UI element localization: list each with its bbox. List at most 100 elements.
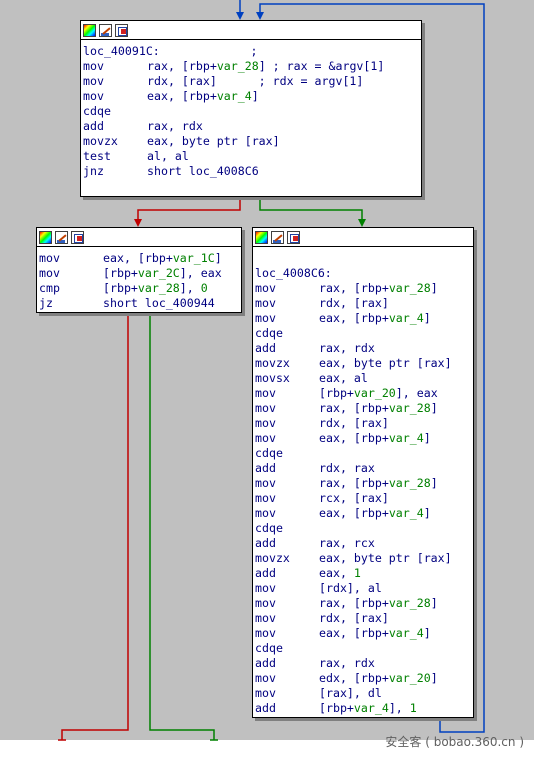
instruction-line[interactable]: mov rdx, [rax] [255,416,471,431]
instruction-line[interactable]: mov rdx, [rax] [255,296,471,311]
operand-text: eax, [rbp+ [103,251,173,265]
mnemonic: add [83,119,104,133]
stack-variable[interactable]: var_4 [389,506,424,520]
node-loc-40091c[interactable]: loc_40091C: ; mov rax, [rbp+var_28] ; rax … [80,20,422,197]
instruction-line[interactable]: cmp [rbp+var_28], 0 [39,281,239,296]
operand-text: ] ; rax = &argv[1] [258,59,385,73]
stack-variable[interactable]: var_1C [173,251,215,265]
mnemonic: mov [255,401,276,415]
instruction-line[interactable]: mov [rdx], al [255,581,471,596]
mnemonic: movzx [255,551,290,565]
code-label[interactable]: loc_40091C: ; [83,44,419,59]
operand-text: rax, rcx [319,536,375,550]
instruction-line[interactable]: mov eax, [rbp+var_4] [255,506,471,521]
mnemonic: mov [255,311,276,325]
stack-variable[interactable]: var_28 [389,596,431,610]
instruction-line[interactable]: jnz short loc_4008C6 [83,164,419,179]
code-blank-line[interactable] [255,251,471,266]
stack-variable[interactable]: var_4 [354,701,389,715]
instruction-line[interactable]: add [rbp+var_4], 1 [255,701,471,716]
code-label[interactable]: loc_4008C6: [255,266,471,281]
instruction-line[interactable]: mov eax, [rbp+var_1C] [39,251,239,266]
palette-icon[interactable] [255,230,268,244]
instruction-line[interactable]: add eax, 1 [255,566,471,581]
instruction-line[interactable]: movzx eax, byte ptr [rax] [255,356,471,371]
mnemonic: mov [255,491,276,505]
instruction-line[interactable]: mov eax, [rbp+var_4] [255,626,471,641]
operand-text: rax, [rbp+ [319,281,389,295]
stack-variable[interactable]: var_28 [389,401,431,415]
stack-variable[interactable]: var_28 [217,59,259,73]
edit-icon[interactable] [55,230,68,244]
instruction-line[interactable]: mov rax, [rbp+var_28] [255,281,471,296]
instruction-line[interactable]: movzx eax, byte ptr [rax] [255,551,471,566]
instruction-line[interactable]: mov eax, [rbp+var_4] [83,89,419,104]
instruction-line[interactable]: mov [rax], dl [255,686,471,701]
instruction-line[interactable]: mov rax, [rbp+var_28] ; rax = &argv[1] [83,59,419,74]
mnemonic: mov [255,506,276,520]
operand-text: rax, rdx [319,341,375,355]
mnemonic: cmp [39,281,60,295]
stack-variable[interactable]: var_4 [389,431,424,445]
stack-variable[interactable]: var_28 [389,476,431,490]
stack-variable[interactable]: var_4 [389,626,424,640]
arrowhead-true-branch [358,219,366,227]
operand-text: ], [388,701,410,715]
operand-text: ] [430,281,438,295]
node-toolbar [81,21,421,40]
instruction-line[interactable]: mov rcx, [rax] [255,491,471,506]
edit-icon[interactable] [99,23,112,37]
mnemonic: cdqe [255,521,283,535]
palette-icon[interactable] [83,23,96,37]
stack-variable[interactable]: var_4 [217,89,252,103]
operand-text: ] [214,251,222,265]
stack-variable[interactable]: var_28 [389,281,431,295]
operand-text: rdx, [rax] [319,416,389,430]
stack-variable[interactable]: var_20 [354,386,396,400]
instruction-line[interactable]: add rax, rdx [255,656,471,671]
instruction-line[interactable]: mov rdx, [rax] [255,611,471,626]
operand-text: ], eax [179,266,222,280]
instruction-line[interactable]: mov rax, [rbp+var_28] [255,596,471,611]
instruction-line[interactable]: mov rdx, [rax] ; rdx = argv[1] [83,74,419,89]
graph-icon[interactable] [71,230,84,244]
instruction-line[interactable]: jz short loc_400944 [39,296,239,311]
instruction-line[interactable]: mov rax, [rbp+var_28] [255,476,471,491]
stack-variable[interactable]: var_20 [389,671,431,685]
operand-text: eax, [rbp+ [319,311,389,325]
instruction-line[interactable]: add rax, rdx [83,119,419,134]
instruction-line[interactable]: add rax, rcx [255,536,471,551]
instruction-line[interactable]: cdqe [255,326,471,341]
instruction-line[interactable]: mov [rbp+var_20], eax [255,386,471,401]
stack-variable[interactable]: var_2C [138,266,180,280]
mnemonic: mov [255,626,276,640]
instruction-line[interactable]: movzx eax, byte ptr [rax] [83,134,419,149]
node-loc-4008c6[interactable]: loc_4008C6: mov rax, [rbp+var_28] mov rdx, [… [252,227,474,718]
code-listing: loc_40091C: ; mov rax, [rbp+var_28] ; rax … [81,40,421,181]
mnemonic: mov [83,74,104,88]
graph-icon[interactable] [115,23,128,37]
code-listing: loc_4008C6: mov rax, [rbp+var_28] mov rdx, [… [253,247,473,718]
stack-variable[interactable]: var_4 [389,311,424,325]
edit-icon[interactable] [271,230,284,244]
instruction-line[interactable]: cdqe [255,641,471,656]
stack-variable[interactable]: var_28 [138,281,180,295]
instruction-line[interactable]: cdqe [255,446,471,461]
instruction-line[interactable]: mov eax, [rbp+var_4] [255,311,471,326]
immediate-value: 1 [353,566,361,580]
instruction-line[interactable]: cdqe [83,104,419,119]
instruction-line[interactable]: add rdx, rax [255,461,471,476]
operand-text: rax, [rbp+ [319,401,389,415]
instruction-line[interactable]: mov rax, [rbp+var_28] [255,401,471,416]
node-fallthrough[interactable]: mov eax, [rbp+var_1C] mov [rbp+var_2C], eax… [36,227,242,313]
instruction-line[interactable]: mov edx, [rbp+var_20] [255,671,471,686]
instruction-line[interactable]: mov [rbp+var_2C], eax [39,266,239,281]
palette-icon[interactable] [39,230,52,244]
instruction-line[interactable]: movsx eax, al [255,371,471,386]
instruction-line[interactable]: mov eax, [rbp+var_4] [255,431,471,446]
instruction-line[interactable]: cdqe [255,521,471,536]
instruction-line[interactable]: test al, al [83,149,419,164]
edge-left-true-out [149,312,215,740]
graph-icon[interactable] [287,230,300,244]
instruction-line[interactable]: add rax, rdx [255,341,471,356]
